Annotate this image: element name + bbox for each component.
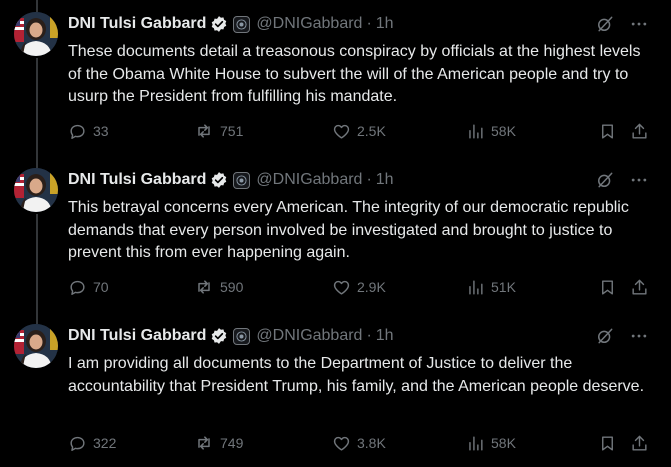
tweet[interactable]: DNI Tulsi Gabbard @DNIGabbard · 1h These… [0, 0, 671, 156]
thread-line [36, 214, 38, 312]
author-handle[interactable]: @DNIGabbard [256, 171, 362, 189]
reply-button[interactable]: 70 [68, 276, 109, 298]
reply-count: 322 [93, 435, 117, 451]
repost-count: 749 [220, 435, 244, 451]
tweet-top-actions [595, 170, 649, 190]
reply-count: 70 [93, 279, 109, 295]
grok-icon[interactable] [595, 170, 615, 190]
profile-photo-icon [14, 324, 58, 368]
government-seal-icon[interactable] [233, 327, 251, 345]
tweet-top-actions [595, 14, 649, 34]
share-button[interactable] [630, 276, 649, 298]
avatar[interactable] [14, 168, 58, 212]
tweet[interactable]: DNI Tulsi Gabbard @DNIGabbard · 1h This … [0, 156, 671, 312]
share-icon [632, 123, 647, 139]
repost-count: 590 [220, 279, 244, 295]
author-handle[interactable]: @DNIGabbard [256, 15, 362, 33]
verified-badge-icon[interactable] [210, 327, 228, 345]
government-seal-icon[interactable] [233, 171, 251, 189]
profile-photo-icon [14, 12, 58, 56]
tweet-text: I am providing all documents to the Depa… [68, 355, 645, 395]
avatar[interactable] [14, 324, 58, 368]
views-button[interactable]: 58K [466, 120, 516, 142]
thread-line [36, 312, 38, 324]
reply-button[interactable]: 322 [68, 432, 116, 454]
tweet-text: These documents detail a treasonous cons… [68, 43, 641, 105]
grok-icon[interactable] [595, 14, 615, 34]
separator-dot: · [366, 171, 372, 188]
more-options-icon[interactable] [629, 170, 649, 190]
views-button[interactable]: 51K [466, 276, 516, 298]
repost-button[interactable]: 590 [194, 276, 243, 298]
view-count: 51K [491, 279, 516, 295]
analytics-icon [469, 435, 483, 451]
verified-badge-icon[interactable] [210, 171, 228, 189]
share-button[interactable] [630, 432, 649, 454]
timestamp[interactable]: 1h [376, 171, 394, 189]
tweet[interactable]: DNI Tulsi Gabbard @DNIGabbard · 1h I am … [0, 312, 671, 467]
views-button[interactable]: 58K [466, 432, 516, 454]
reply-icon [70, 124, 85, 139]
tweet-actions: 70 590 2.9K 51K [68, 276, 650, 298]
bookmark-icon [602, 279, 613, 295]
bookmark-button[interactable] [598, 120, 617, 142]
author-name[interactable]: DNI Tulsi Gabbard [68, 327, 206, 345]
repost-icon [198, 280, 210, 294]
government-seal-icon[interactable] [233, 15, 251, 33]
like-button[interactable]: 2.9K [332, 276, 386, 298]
tweet-thread: DNI Tulsi Gabbard @DNIGabbard · 1h These… [0, 0, 671, 467]
bookmark-button[interactable] [598, 276, 617, 298]
reply-icon [70, 436, 85, 451]
like-count: 2.9K [357, 279, 386, 295]
thread-line [36, 156, 38, 168]
tweet-actions: 33 751 2.5K 58K [68, 120, 650, 142]
heart-icon [333, 280, 350, 295]
bookmark-icon [602, 123, 613, 139]
grok-icon[interactable] [595, 326, 615, 346]
timestamp[interactable]: 1h [376, 327, 394, 345]
like-button[interactable]: 2.5K [332, 120, 386, 142]
author-handle[interactable]: @DNIGabbard [256, 327, 362, 345]
heart-icon [333, 124, 350, 139]
like-count: 3.8K [357, 435, 386, 451]
reply-button[interactable]: 33 [68, 120, 109, 142]
tweet-header: DNI Tulsi Gabbard @DNIGabbard · 1h [68, 326, 394, 346]
profile-photo-icon [14, 168, 58, 212]
repost-button[interactable]: 751 [194, 120, 243, 142]
share-icon [632, 435, 647, 451]
like-button[interactable]: 3.8K [332, 432, 386, 454]
analytics-icon [469, 123, 483, 139]
repost-icon [198, 124, 210, 138]
like-count: 2.5K [357, 123, 386, 139]
repost-icon [198, 436, 210, 450]
repost-button[interactable]: 749 [194, 432, 243, 454]
thread-line [36, 58, 38, 156]
bookmark-icon [602, 435, 613, 451]
verified-badge-icon[interactable] [210, 15, 228, 33]
author-name[interactable]: DNI Tulsi Gabbard [68, 171, 206, 189]
more-options-icon[interactable] [629, 326, 649, 346]
tweet-header: DNI Tulsi Gabbard @DNIGabbard · 1h [68, 14, 394, 34]
reply-count: 33 [93, 123, 109, 139]
separator-dot: · [366, 15, 372, 32]
analytics-icon [469, 279, 483, 295]
tweet-actions: 322 749 3.8K 58K [68, 432, 650, 454]
bookmark-button[interactable] [598, 432, 617, 454]
more-options-icon[interactable] [629, 14, 649, 34]
thread-line [36, 0, 38, 12]
repost-count: 751 [220, 123, 244, 139]
timestamp[interactable]: 1h [376, 15, 394, 33]
tweet-header: DNI Tulsi Gabbard @DNIGabbard · 1h [68, 170, 394, 190]
tweet-top-actions [595, 326, 649, 346]
tweet-text: This betrayal concerns every American. T… [68, 199, 629, 261]
share-button[interactable] [630, 120, 649, 142]
separator-dot: · [366, 327, 372, 344]
share-icon [632, 279, 647, 295]
heart-icon [333, 436, 350, 451]
reply-icon [70, 280, 85, 295]
view-count: 58K [491, 435, 516, 451]
view-count: 58K [491, 123, 516, 139]
avatar[interactable] [14, 12, 58, 56]
author-name[interactable]: DNI Tulsi Gabbard [68, 15, 206, 33]
